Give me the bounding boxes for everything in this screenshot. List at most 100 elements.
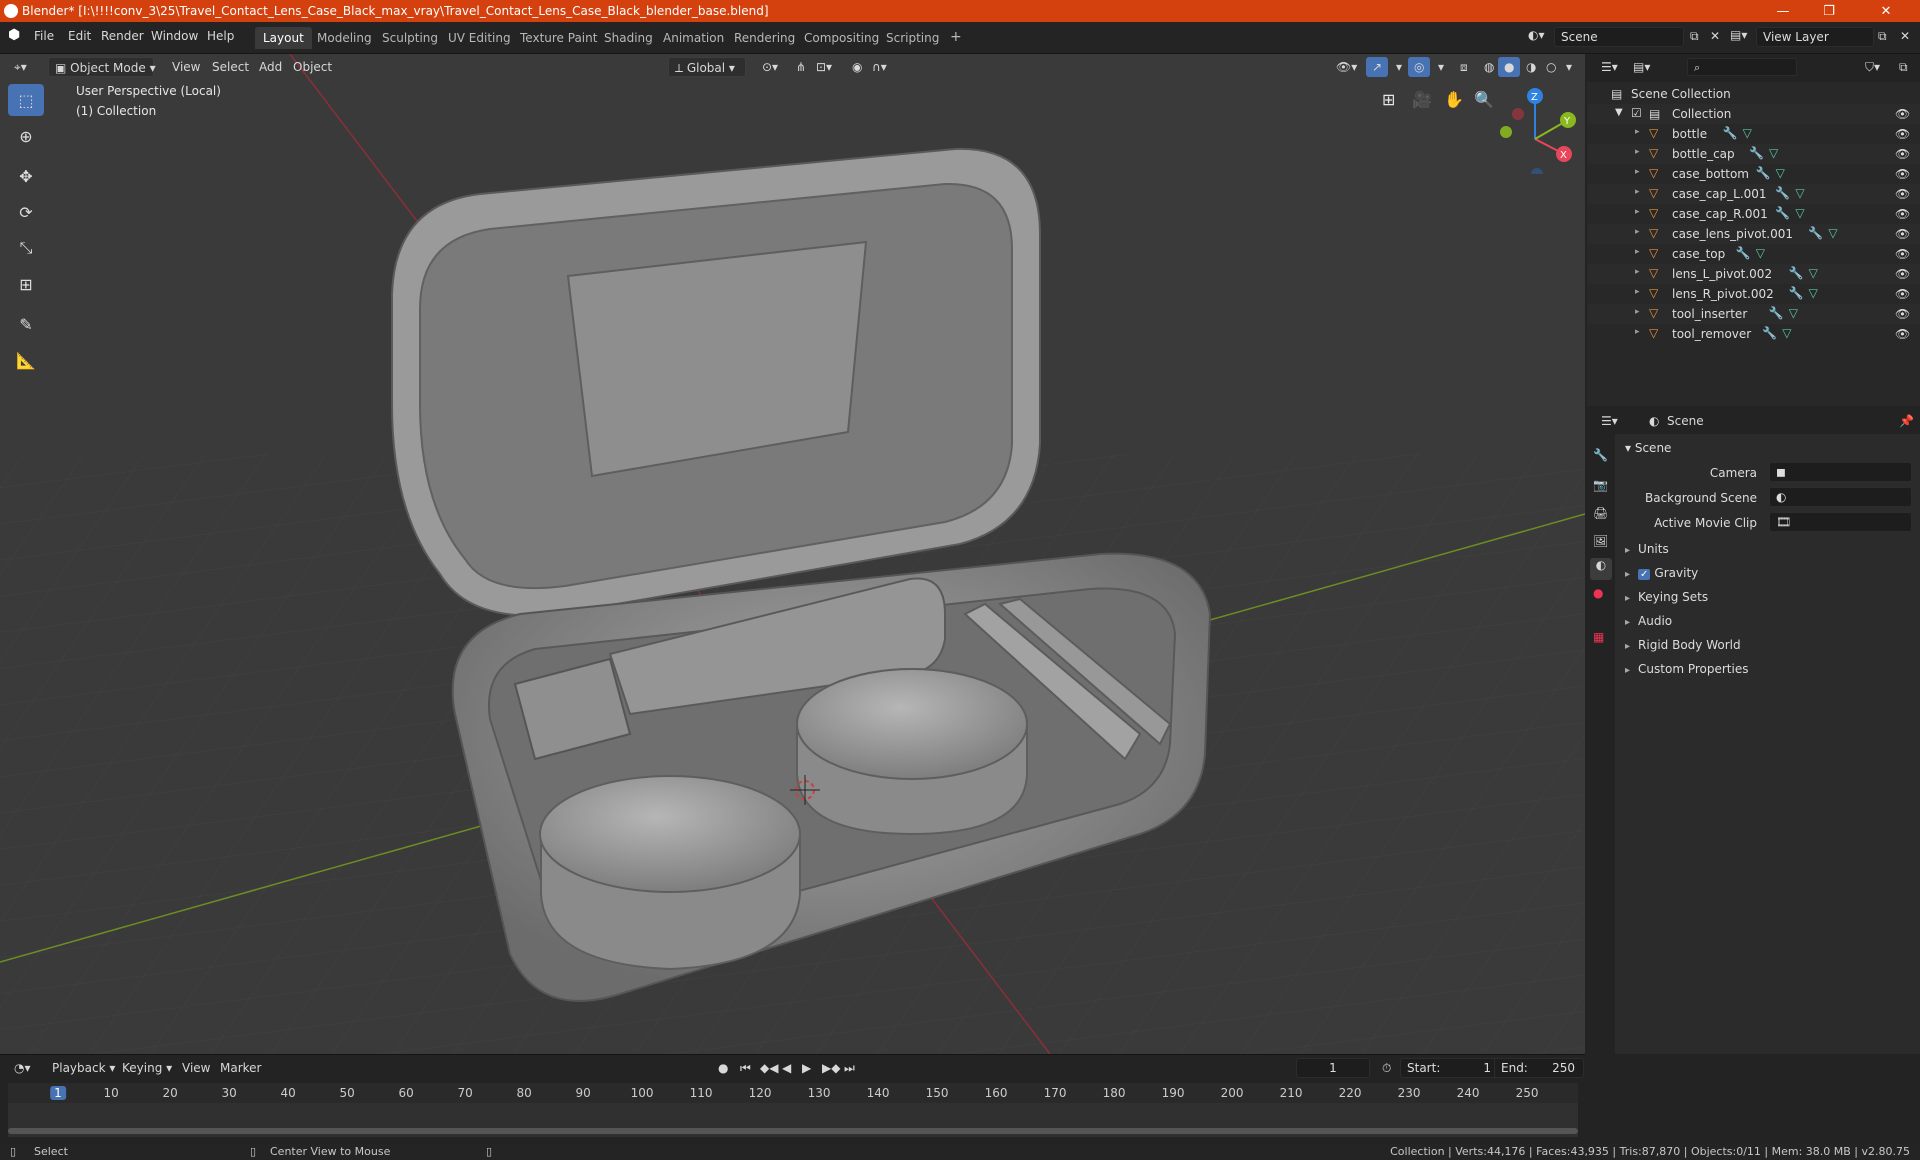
outliner-search-input[interactable]: ⌕ — [1687, 58, 1797, 76]
modifier-icon[interactable]: 🔧 — [1756, 166, 1771, 180]
mesh-data-icon[interactable]: ▽ — [1743, 126, 1752, 140]
snap-target-icon[interactable]: ⊡▾ — [810, 57, 838, 77]
section-custom-properties[interactable]: ▸ Custom Properties — [1625, 662, 1915, 676]
shading-solid-icon[interactable]: ● — [1498, 57, 1521, 77]
outliner-object[interactable]: ▸ ▽ case_top 🔧 ▽ 👁 — [1587, 244, 1920, 264]
outliner-object[interactable]: ▸ ▽ bottle_cap 🔧 ▽ 👁 — [1587, 144, 1920, 164]
gizmo-toggle-icon[interactable]: ↗ — [1366, 57, 1389, 77]
menu-view[interactable]: View — [166, 57, 206, 77]
add-workspace-button[interactable]: + — [942, 25, 970, 47]
object-visibility-icon[interactable]: 👁 — [1895, 267, 1910, 281]
outliner-object[interactable]: ▸ ▽ case_bottom 🔧 ▽ 👁 — [1587, 164, 1920, 184]
section-rigid-body-world[interactable]: ▸ Rigid Body World — [1625, 638, 1915, 652]
outliner-object[interactable]: ▸ ▽ tool_remover 🔧 ▽ 👁 — [1587, 324, 1920, 344]
visibility-icon[interactable]: 👁▾ — [1330, 57, 1363, 77]
tab-compositing[interactable]: Compositing — [796, 27, 887, 49]
expand-arrow-icon[interactable]: ▸ — [1635, 127, 1640, 137]
tab-layout[interactable]: Layout — [255, 27, 312, 49]
gravity-checkbox[interactable]: ✓ — [1638, 569, 1651, 580]
outliner-editor-type-icon[interactable]: ☰▾ — [1595, 57, 1624, 77]
outliner-scene-collection[interactable]: ▤ Scene Collection — [1587, 84, 1920, 104]
pan-hand-icon[interactable]: ✋ — [1444, 90, 1464, 109]
new-view-layer-icon[interactable]: ⧉ — [1878, 29, 1887, 44]
falloff-icon[interactable]: ∩▾ — [866, 57, 893, 77]
expand-arrow-icon[interactable]: ▸ — [1635, 167, 1640, 177]
modifier-icon[interactable]: 🔧 — [1749, 146, 1764, 160]
mesh-data-icon[interactable]: ▽ — [1795, 186, 1804, 200]
view-layer-tab-icon[interactable]: 🖼 — [1593, 534, 1608, 548]
object-visibility-icon[interactable]: 👁 — [1895, 207, 1910, 221]
tab-rendering[interactable]: Rendering — [726, 27, 803, 49]
modifier-icon[interactable]: 🔧 — [1808, 226, 1823, 240]
camera-field[interactable]: ◼ — [1769, 462, 1912, 482]
collection-visibility-icon[interactable]: 👁 — [1895, 107, 1910, 121]
object-visibility-icon[interactable]: 👁 — [1895, 287, 1910, 301]
grid-view-icon[interactable]: ⊞ — [1382, 90, 1395, 109]
object-visibility-icon[interactable]: 👁 — [1895, 187, 1910, 201]
mesh-data-icon[interactable]: ▽ — [1795, 206, 1804, 220]
annotate-tool-icon[interactable]: ✎ — [8, 308, 44, 340]
overlays-menu-icon[interactable]: ▾ — [1432, 57, 1450, 77]
menu-timeline-view[interactable]: View — [176, 1058, 216, 1078]
tool-tab-icon[interactable]: 🔧 — [1593, 448, 1608, 462]
properties-editor-type-icon[interactable]: ☰▾ — [1595, 411, 1624, 431]
menu-file[interactable]: File — [34, 29, 54, 43]
maximize-button[interactable]: ❐ — [1806, 0, 1852, 22]
menu-window[interactable]: Window — [151, 29, 198, 43]
active-movie-clip-field[interactable]: 🎞 — [1769, 512, 1912, 532]
frame-ruler[interactable]: 1 10 20 30 40 50 60 70 80 90 100 110 120 130 140 150 160… — [8, 1083, 1578, 1103]
pin-icon[interactable]: 📌 — [1893, 411, 1920, 431]
start-frame-field[interactable]: Start: 1 — [1400, 1058, 1500, 1078]
mesh-data-icon[interactable]: ▽ — [1782, 326, 1791, 340]
texture-tab-icon[interactable]: ▦ — [1593, 630, 1604, 644]
tab-texture-paint[interactable]: Texture Paint — [512, 27, 605, 49]
jump-end-icon[interactable]: ⏭ — [838, 1058, 861, 1078]
object-visibility-icon[interactable]: 👁 — [1895, 147, 1910, 161]
mesh-data-icon[interactable]: ▽ — [1828, 226, 1837, 240]
end-frame-field[interactable]: End: 250 — [1494, 1058, 1584, 1078]
menu-add[interactable]: Add — [253, 57, 288, 77]
render-tab-icon[interactable]: 📷 — [1593, 478, 1608, 492]
object-visibility-icon[interactable]: 👁 — [1895, 327, 1910, 341]
collapse-arrow-icon[interactable]: ▼ — [1615, 107, 1623, 118]
new-collection-icon[interactable]: ⧉ — [1893, 57, 1914, 77]
mode-selector[interactable]: ▣ Object Mode ▾ — [48, 57, 156, 77]
expand-arrow-icon[interactable]: ▸ — [1635, 247, 1640, 257]
expand-arrow-icon[interactable]: ▸ — [1635, 147, 1640, 157]
preview-range-icon[interactable]: ⏱ — [1376, 1058, 1397, 1078]
play-reverse-icon[interactable]: ◀ — [776, 1058, 797, 1078]
modifier-icon[interactable]: 🔧 — [1775, 186, 1790, 200]
object-visibility-icon[interactable]: 👁 — [1895, 167, 1910, 181]
expand-arrow-icon[interactable]: ▸ — [1635, 227, 1640, 237]
minimize-button[interactable]: — — [1760, 0, 1806, 22]
scene-selector[interactable]: Scene — [1554, 27, 1684, 47]
mesh-data-icon[interactable]: ▽ — [1756, 246, 1765, 260]
delete-scene-icon[interactable]: ✕ — [1710, 29, 1720, 43]
checkbox-icon[interactable]: ☑ — [1631, 106, 1642, 120]
tab-uv-editing[interactable]: UV Editing — [440, 27, 519, 49]
object-visibility-icon[interactable]: 👁 — [1895, 127, 1910, 141]
mesh-data-icon[interactable]: ▽ — [1769, 146, 1778, 160]
menu-marker[interactable]: Marker — [214, 1058, 267, 1078]
snap-icon[interactable]: ⋔ — [790, 57, 812, 77]
expand-arrow-icon[interactable]: ▸ — [1635, 207, 1640, 217]
3d-viewport[interactable]: ⌖▾ ▣ Object Mode ▾ View Select Add Objec… — [0, 54, 1585, 1054]
rotate-tool-icon[interactable]: ⟳ — [8, 196, 44, 228]
menu-help[interactable]: Help — [207, 29, 234, 43]
current-frame-marker[interactable]: 1 — [50, 1086, 66, 1100]
scene-browse-icon[interactable]: ◐▾ — [1528, 28, 1545, 42]
pivot-point-icon[interactable]: ⊙▾ — [756, 57, 784, 77]
scene-tab-icon[interactable]: ◐ — [1590, 558, 1612, 580]
object-visibility-icon[interactable]: 👁 — [1895, 227, 1910, 241]
object-visibility-icon[interactable]: 👁 — [1895, 247, 1910, 261]
play-icon[interactable]: ▶ — [796, 1058, 817, 1078]
navigation-gizmo[interactable]: Z X Y — [1490, 84, 1580, 174]
menu-select[interactable]: Select — [206, 57, 255, 77]
expand-arrow-icon[interactable]: ▸ — [1635, 307, 1640, 317]
menu-playback[interactable]: Playback ▾ — [46, 1058, 121, 1078]
mesh-data-icon[interactable]: ▽ — [1789, 306, 1798, 320]
expand-arrow-icon[interactable]: ▸ — [1635, 187, 1640, 197]
section-units[interactable]: ▸ Units — [1625, 542, 1915, 556]
output-tab-icon[interactable]: 🖨 — [1593, 506, 1608, 520]
shading-menu-icon[interactable]: ▾ — [1560, 57, 1578, 77]
